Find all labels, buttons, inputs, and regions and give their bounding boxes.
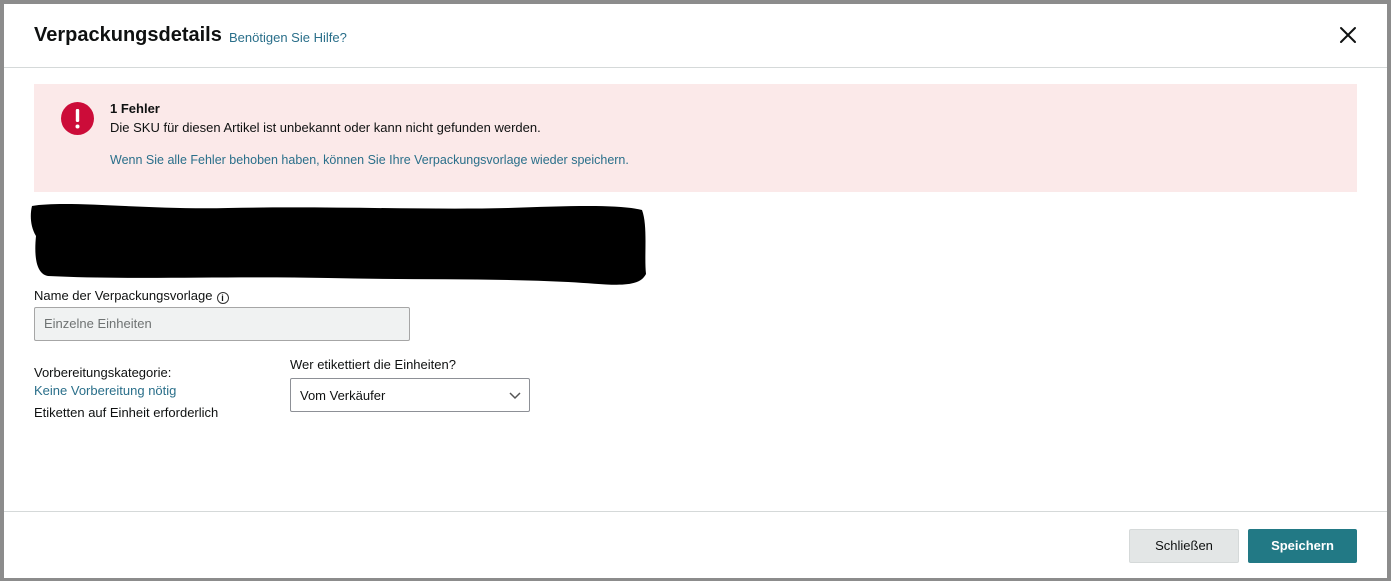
modal-footer: Schließen Speichern — [4, 511, 1387, 578]
save-button[interactable]: Speichern — [1248, 529, 1357, 563]
modal-title: Verpackungsdetails — [34, 24, 222, 46]
labels-required-text: Etiketten auf Einheit erforderlich — [34, 405, 219, 420]
packaging-details-modal: Verpackungsdetails Benötigen Sie Hilfe? … — [4, 4, 1387, 578]
close-icon[interactable] — [1337, 24, 1359, 46]
close-button[interactable]: Schließen — [1129, 529, 1239, 563]
template-name-label: Name der Verpackungsvorlage i — [34, 288, 229, 304]
alert-title: 1 Fehler — [110, 101, 160, 116]
redaction-mark — [28, 196, 648, 292]
error-alert: 1 Fehler Die SKU für diesen Artikel ist … — [34, 84, 1357, 192]
info-icon[interactable]: i — [216, 292, 229, 304]
alert-hint: Wenn Sie alle Fehler behoben haben, könn… — [110, 153, 629, 167]
prep-category-label: Vorbereitungskategorie: — [34, 365, 172, 380]
error-exclamation-icon — [61, 102, 94, 135]
alert-message: Die SKU für diesen Artikel ist unbekannt… — [110, 120, 541, 135]
who-labels-select[interactable]: Vom Verkäufer — [290, 378, 530, 412]
chevron-down-icon — [509, 389, 521, 401]
help-link[interactable]: Benötigen Sie Hilfe? — [229, 30, 347, 45]
who-labels-label: Wer etikettiert die Einheiten? — [290, 357, 456, 372]
select-value: Vom Verkäufer — [300, 388, 386, 403]
prep-category-link[interactable]: Keine Vorbereitung nötig — [34, 383, 176, 398]
template-name-input[interactable]: Einzelne Einheiten — [34, 307, 410, 341]
modal-header: Verpackungsdetails Benötigen Sie Hilfe? — [4, 4, 1387, 68]
